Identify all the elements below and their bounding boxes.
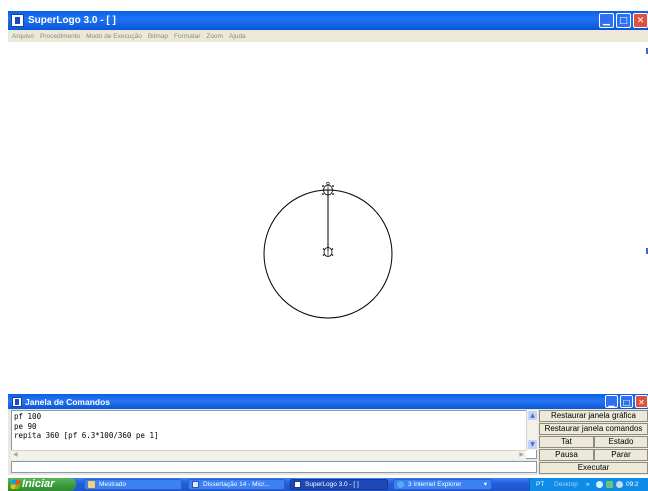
window-title: SuperLogo 3.0 - [ ] bbox=[28, 15, 116, 26]
commands-close-button[interactable]: ✕ bbox=[635, 395, 648, 408]
menu-zoom[interactable]: Zoom bbox=[206, 33, 223, 40]
scroll-right-icon[interactable]: ▶ bbox=[519, 451, 524, 458]
commands-window-title: Janela de Comandos bbox=[25, 396, 111, 407]
scroll-down-icon[interactable]: ▼ bbox=[528, 440, 537, 449]
restore-commands-window-button[interactable]: Restaurar janela comandos bbox=[539, 423, 648, 435]
system-tray: PT Desktop » 09:2 bbox=[529, 478, 648, 491]
menu-bitmap[interactable]: Bitmap bbox=[148, 33, 168, 40]
task-label: Dissertação 14 - Micr... bbox=[203, 481, 270, 488]
commands-maximize-button[interactable]: □ bbox=[620, 395, 633, 408]
stop-button[interactable]: Parar bbox=[594, 449, 648, 461]
history-vertical-scrollbar[interactable]: ▲ ▼ bbox=[526, 410, 538, 450]
volume-icon[interactable] bbox=[616, 481, 623, 488]
command-line-1: pf 100 bbox=[14, 412, 42, 421]
desktop-toolbar[interactable]: Desktop bbox=[554, 478, 578, 491]
maximize-button[interactable]: □ bbox=[616, 13, 631, 28]
commands-panel: pf 100 pe 90 repita 360 [pf 6.3*100/360 … bbox=[8, 409, 648, 475]
group-arrow-icon: ▾ bbox=[483, 481, 487, 488]
task-superlogo[interactable]: SuperLogo 3.0 - [ ] bbox=[290, 479, 388, 490]
taskbar: Iniciar Mestrado Dissertação 14 - Micr..… bbox=[8, 478, 648, 491]
state-button[interactable]: Estado bbox=[594, 436, 648, 448]
minimize-icon: ▁ bbox=[608, 398, 615, 407]
turtle-home-icon bbox=[322, 247, 334, 257]
menu-ajuda[interactable]: Ajuda bbox=[229, 33, 246, 40]
close-button[interactable]: ✕ bbox=[633, 13, 648, 28]
start-button[interactable]: Iniciar bbox=[8, 478, 76, 491]
maximize-icon: □ bbox=[622, 398, 631, 407]
task-dissertacao[interactable]: Dissertação 14 - Micr... bbox=[188, 479, 285, 490]
main-title-bar[interactable]: SuperLogo 3.0 - [ ] ▁ □ ✕ bbox=[8, 11, 648, 30]
command-input[interactable] bbox=[11, 461, 537, 473]
scroll-up-icon[interactable]: ▲ bbox=[528, 411, 537, 420]
windows-logo-icon bbox=[10, 480, 21, 489]
superlogo-icon bbox=[11, 14, 24, 27]
superlogo-icon bbox=[12, 396, 22, 407]
menu-arquivo[interactable]: Arquivo bbox=[12, 33, 34, 40]
word-document-icon bbox=[192, 481, 199, 488]
network-icon[interactable] bbox=[596, 481, 603, 488]
command-line-3: repita 360 [pf 6.3*100/360 pe 1] bbox=[14, 431, 159, 440]
command-line-2: pe 90 bbox=[14, 421, 37, 431]
history-horizontal-scrollbar[interactable]: ◀ ▶ bbox=[11, 450, 526, 460]
window-controls: ▁ □ ✕ bbox=[599, 13, 648, 28]
tray-app-icon[interactable] bbox=[606, 481, 613, 488]
folder-icon bbox=[88, 481, 95, 488]
close-icon: ✕ bbox=[636, 16, 645, 26]
task-internet-explorer[interactable]: 3 Internet Explorer ▾ bbox=[393, 479, 492, 490]
commands-title-bar[interactable]: Janela de Comandos ▁ □ ✕ bbox=[8, 394, 648, 409]
menu-modo-execucao[interactable]: Modo de Execução bbox=[86, 33, 142, 40]
maximize-icon: □ bbox=[619, 16, 628, 26]
menu-procedimento[interactable]: Procedimento bbox=[40, 33, 80, 40]
language-indicator[interactable]: PT bbox=[536, 478, 544, 491]
close-icon: ✕ bbox=[638, 398, 645, 407]
turtle-icon bbox=[322, 181, 334, 196]
execute-button[interactable]: Executar bbox=[539, 462, 648, 474]
task-label: Mestrado bbox=[99, 481, 127, 488]
minimize-icon: ▁ bbox=[603, 16, 610, 26]
task-label: 3 Internet Explorer bbox=[408, 481, 462, 488]
minimize-button[interactable]: ▁ bbox=[599, 13, 614, 28]
restore-graphic-window-button[interactable]: Restaurar janela gráfica bbox=[539, 410, 648, 422]
tat-button[interactable]: Tat bbox=[539, 436, 594, 448]
superlogo-icon bbox=[294, 481, 301, 488]
pause-button[interactable]: Pausa bbox=[539, 449, 594, 461]
menu-formatar[interactable]: Formatar bbox=[174, 33, 200, 40]
turtle-drawing bbox=[263, 181, 393, 319]
commands-window-controls: ▁ □ ✕ bbox=[605, 395, 648, 408]
internet-explorer-icon bbox=[397, 481, 404, 488]
task-label: SuperLogo 3.0 - [ ] bbox=[305, 481, 359, 488]
task-mestrado[interactable]: Mestrado bbox=[84, 479, 182, 490]
commands-minimize-button[interactable]: ▁ bbox=[605, 395, 618, 408]
graphics-canvas[interactable] bbox=[8, 42, 648, 392]
clock: 09:2 bbox=[626, 481, 639, 488]
start-label: Iniciar bbox=[22, 478, 55, 490]
menu-bar: Arquivo Procedimento Modo de Execução Bi… bbox=[8, 30, 648, 42]
chevron-icon[interactable]: » bbox=[586, 478, 590, 491]
scroll-left-icon[interactable]: ◀ bbox=[13, 451, 18, 458]
